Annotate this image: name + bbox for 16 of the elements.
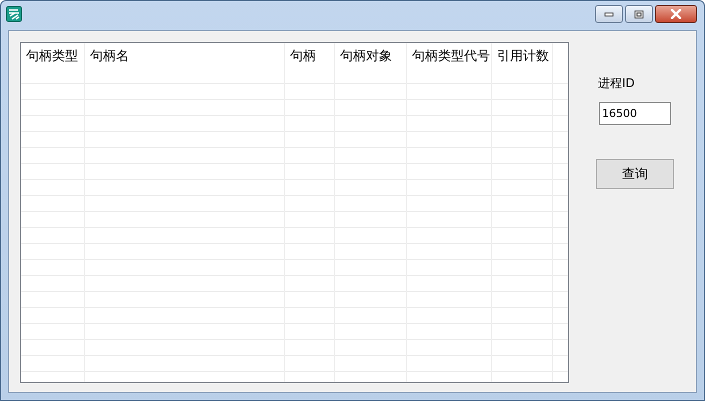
maximize-button[interactable] (625, 5, 653, 23)
app-icon (6, 6, 22, 22)
minimize-icon (604, 11, 614, 17)
close-icon (670, 9, 682, 19)
column-header[interactable]: 句柄对象 (340, 47, 392, 65)
query-button[interactable]: 查询 (596, 159, 674, 189)
minimize-button[interactable] (595, 5, 623, 23)
column-header[interactable]: 句柄 (290, 47, 316, 65)
column-header[interactable]: 引用计数 (497, 47, 549, 65)
column-header[interactable]: 句柄类型 (26, 47, 78, 65)
process-id-label: 进程ID (598, 75, 635, 92)
column-header[interactable]: 句柄名 (90, 47, 129, 65)
close-button[interactable] (655, 5, 697, 23)
process-id-field[interactable]: 16500 (599, 102, 671, 125)
maximize-icon (634, 10, 644, 18)
column-header[interactable]: 句柄类型代号 (412, 47, 490, 65)
